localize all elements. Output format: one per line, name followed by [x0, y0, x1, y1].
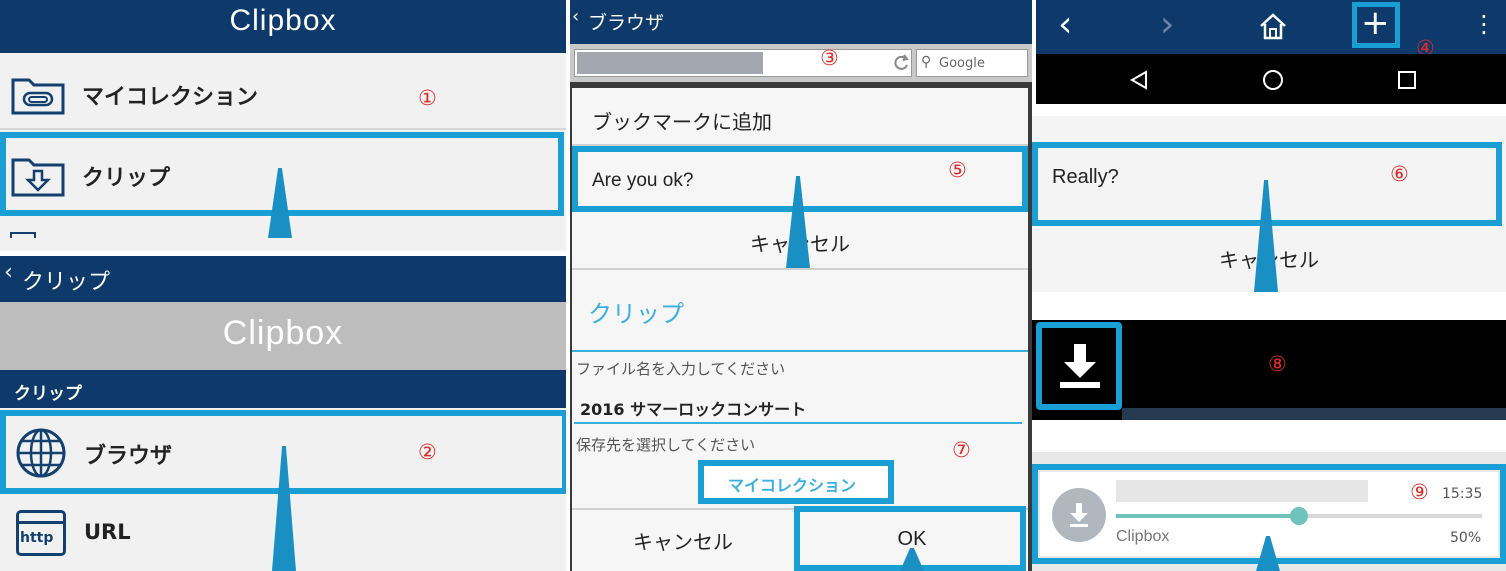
folder-paperclip-icon: [11, 78, 65, 115]
partial-folder-icon: [10, 232, 36, 238]
overflow-menu-icon[interactable]: ⋮: [1472, 10, 1496, 38]
filename-value: 2016 サマーロックコンサート: [580, 400, 807, 419]
nav-recents-icon[interactable]: [1396, 69, 1418, 91]
http-icon: http: [16, 510, 66, 556]
filename-input[interactable]: 2016 サマーロックコンサート: [574, 386, 1022, 424]
step-number: ⑥: [1390, 162, 1409, 186]
app-header: Clipbox: [0, 0, 566, 53]
banner: Clipbox: [0, 302, 566, 370]
banner-title: Clipbox: [222, 314, 344, 352]
icon-bar: [19, 521, 63, 524]
divider: [0, 128, 566, 130]
url-input[interactable]: [574, 49, 912, 77]
filename-label: ファイル名を入力してください: [576, 360, 786, 378]
status-bar-strip: [1122, 408, 1506, 420]
cancel-button[interactable]: キャンセル: [572, 510, 794, 571]
step-number: ①: [418, 86, 437, 110]
search-input[interactable]: ⚲ Google: [916, 49, 1028, 77]
system-nav-bar: [1036, 54, 1506, 104]
section-title: クリップ: [14, 384, 82, 404]
nav-back-icon[interactable]: [1128, 69, 1150, 91]
plus-icon: +: [1361, 3, 1390, 43]
http-icon-text: http: [20, 530, 54, 546]
home-icon[interactable]: [1258, 12, 1288, 40]
menu-item-label: マイコレクション: [82, 85, 259, 110]
title-underline: [572, 350, 1028, 352]
url-bar-area: ⚲ Google: [570, 44, 1032, 82]
step-number: ⑦: [952, 438, 971, 462]
clip-dialog-title: クリップ: [588, 300, 684, 328]
cancel-label: キャンセル: [633, 530, 733, 554]
search-icon: ⚲: [921, 54, 932, 70]
back-chevron-icon: ‹: [572, 6, 580, 27]
browser-toolbar: ‹ › + ⋮: [1036, 0, 1506, 54]
divider: [572, 268, 1028, 270]
back-chevron-icon: ‹: [4, 260, 13, 285]
reload-icon[interactable]: [891, 53, 911, 73]
menu-item-my-collection[interactable]: マイコレクション: [0, 62, 566, 126]
back-bar[interactable]: ‹ クリップ: [0, 256, 566, 302]
step-number: ⑧: [1268, 352, 1287, 376]
back-label: ブラウザ: [588, 12, 665, 34]
step-number: ③: [820, 46, 839, 70]
url-redacted: [577, 52, 763, 74]
destination-label: 保存先を選択してください: [576, 436, 756, 454]
back-label: クリップ: [22, 270, 111, 295]
section-header: クリップ: [0, 370, 566, 408]
back-chevron-icon[interactable]: ‹: [1058, 4, 1072, 45]
menu-item-label: URL: [84, 520, 131, 544]
dialog-title: ブックマークに追加: [592, 110, 772, 134]
add-bookmark-button[interactable]: +: [1352, 2, 1400, 48]
step-number: ⑤: [948, 158, 967, 182]
nav-home-icon[interactable]: [1262, 69, 1284, 91]
step-number: ⑨: [1410, 480, 1429, 504]
app-title: Clipbox: [229, 4, 337, 37]
download-indicator[interactable]: [1036, 322, 1122, 410]
back-bar[interactable]: ‹ ブラウザ: [570, 0, 1032, 44]
highlight-frame: [698, 460, 894, 504]
search-placeholder: Google: [939, 56, 985, 71]
forward-chevron-icon[interactable]: ›: [1160, 4, 1174, 45]
download-icon: [1060, 344, 1100, 388]
